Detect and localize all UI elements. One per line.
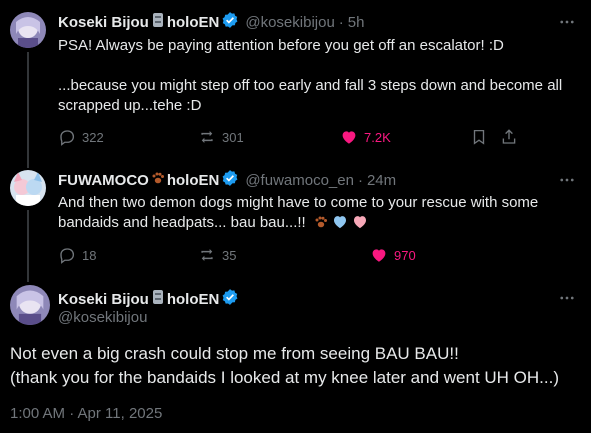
post-fuwamoco[interactable]: FUWAMOCO holoEN @fuwamoco_en · 24m And t… xyxy=(0,160,591,282)
thread-line xyxy=(27,52,29,168)
like-button[interactable]: 970 xyxy=(370,245,416,265)
avatar[interactable] xyxy=(10,170,46,206)
post-text-line: (thank you for the bandaids I looked at … xyxy=(10,368,560,387)
author-handle[interactable]: @fuwamoco_en xyxy=(245,172,354,189)
post-text-body: And then two demon dogs might have to co… xyxy=(58,194,539,231)
post-text-line: PSA! Always be paying attention before y… xyxy=(58,37,504,54)
moai-rock-emoji-icon xyxy=(151,12,165,32)
avatar[interactable] xyxy=(10,12,46,48)
post-actions: 322 301 7.2K xyxy=(58,127,578,147)
author-suffix: holoEN xyxy=(166,171,220,189)
post-time[interactable]: 5h xyxy=(348,14,365,31)
blue-heart-emoji-icon xyxy=(332,214,348,235)
author-name[interactable]: FUWAMOCO xyxy=(58,172,149,189)
reply-button[interactable]: 322 xyxy=(58,127,104,147)
author-suffix: holoEN xyxy=(166,13,220,31)
verified-badge-icon xyxy=(221,288,239,310)
author-suffix: holoEN xyxy=(166,290,220,308)
post-text: And then two demon dogs might have to co… xyxy=(58,193,563,235)
paw-emoji-icon xyxy=(151,171,165,189)
author-name[interactable]: Koseki Bijou xyxy=(58,291,149,308)
more-horizontal-icon[interactable] xyxy=(557,12,577,32)
pink-heart-emoji-icon xyxy=(352,214,368,235)
thread-line xyxy=(27,210,29,282)
verified-badge-icon xyxy=(221,169,239,191)
more-horizontal-icon[interactable] xyxy=(557,288,577,308)
reply-icon xyxy=(60,248,75,264)
author-handle[interactable]: @kosekibijou xyxy=(245,14,334,31)
reply-button[interactable]: 18 xyxy=(58,245,96,265)
post-timestamp[interactable]: 1:00 AM · Apr 11, 2025 xyxy=(10,405,162,422)
moai-rock-emoji-icon xyxy=(151,289,165,309)
heart-icon xyxy=(372,249,386,262)
repost-count: 301 xyxy=(222,129,244,145)
like-count: 970 xyxy=(394,247,416,263)
verified-badge-icon xyxy=(221,11,239,33)
like-count: 7.2K xyxy=(364,129,391,145)
avatar[interactable] xyxy=(10,285,50,325)
repost-button[interactable]: 301 xyxy=(198,127,244,147)
reply-count: 322 xyxy=(82,129,104,145)
share-icon xyxy=(502,129,516,144)
author-name[interactable]: Koseki Bijou xyxy=(58,14,149,31)
more-horizontal-icon[interactable] xyxy=(557,170,577,190)
post-time[interactable]: 24m xyxy=(367,172,396,189)
reply-icon xyxy=(60,130,75,146)
post-text-line: ...because you might step off too early … xyxy=(58,77,563,114)
reply-count: 18 xyxy=(82,247,97,263)
like-button[interactable]: 7.2K xyxy=(340,127,391,147)
bookmark-icon xyxy=(473,129,485,145)
post-actions: 18 35 970 xyxy=(58,245,578,265)
heart-icon xyxy=(342,131,356,144)
post-koseki-bijou-1[interactable]: Koseki Bijou holoEN @kosekibijou · 5h PS… xyxy=(0,0,591,168)
post-text-line: Not even a big crash could stop me from … xyxy=(10,344,459,363)
share-button[interactable] xyxy=(500,127,518,147)
repost-count: 35 xyxy=(222,247,237,263)
repost-icon xyxy=(201,131,213,143)
paw-emoji-icon xyxy=(314,215,328,235)
separator-dot: · xyxy=(357,171,363,189)
separator-dot: · xyxy=(338,13,344,31)
repost-button[interactable]: 35 xyxy=(198,245,236,265)
bookmark-button[interactable] xyxy=(470,127,488,147)
main-post-koseki-bijou: Koseki Bijou holoEN @kosekibijou Not eve… xyxy=(0,278,591,433)
author-handle[interactable]: @kosekibijou xyxy=(58,309,147,326)
repost-icon xyxy=(201,249,213,261)
